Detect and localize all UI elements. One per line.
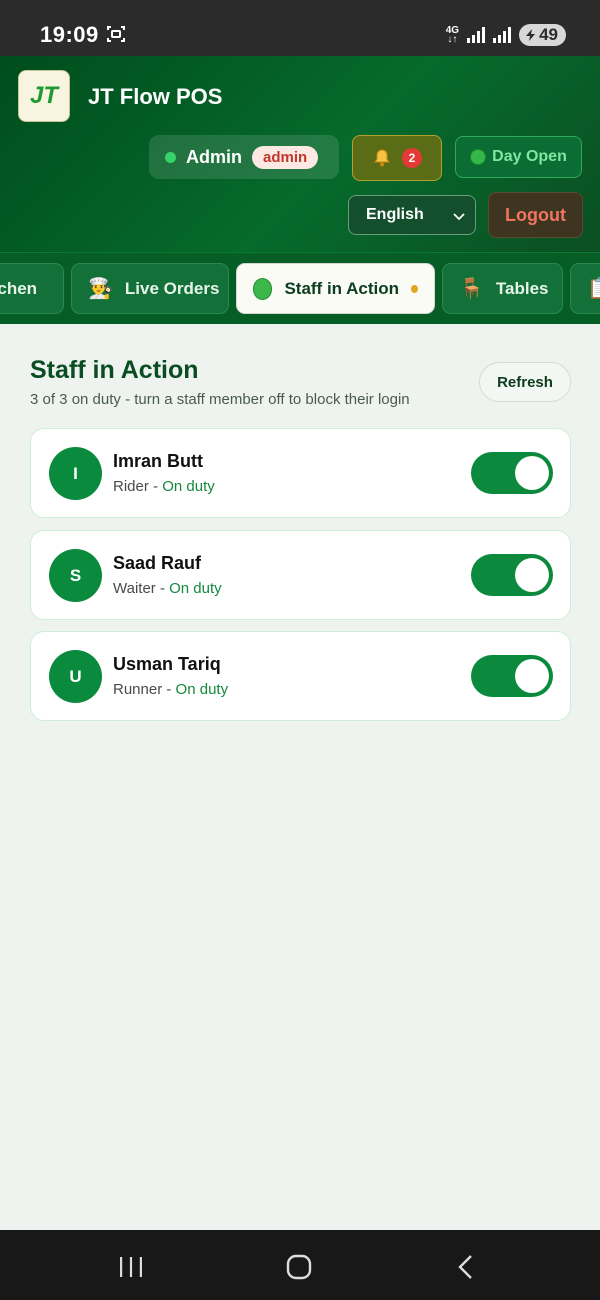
app-title: JT Flow POS xyxy=(88,84,223,109)
staff-role: Waiter xyxy=(113,580,156,597)
page-title: Staff in Action xyxy=(30,356,199,384)
home-icon[interactable] xyxy=(284,1252,314,1282)
status-icons: 4G ↓↑ 49 xyxy=(446,23,566,47)
chevron-down-icon xyxy=(453,213,465,221)
staff-role: Rider xyxy=(113,478,149,495)
avatar: I xyxy=(49,447,102,500)
staff-status: On duty xyxy=(169,580,222,597)
signal-icon xyxy=(467,27,486,43)
status-bar: 19:09 4G ↓↑ 49 xyxy=(0,0,600,56)
day-open-button[interactable]: Day Open xyxy=(455,136,582,178)
tab-kitchen[interactable]: itchen xyxy=(0,263,64,314)
bell-icon xyxy=(374,149,390,167)
refresh-button[interactable]: Refresh xyxy=(479,362,571,402)
tab-staff-in-action[interactable]: Staff in Action xyxy=(236,263,435,314)
tab-more[interactable]: 📋 xyxy=(570,263,600,314)
signal-icon xyxy=(493,27,512,43)
app-header: JT JT Flow POS Admin admin 2 Day Open En… xyxy=(0,56,600,252)
tab-live-orders[interactable]: 👨‍🍳 Live Orders xyxy=(71,263,229,314)
status-time: 19:09 xyxy=(40,22,99,47)
clipboard-icon: 📋 xyxy=(587,279,600,299)
staff-meta: Rider - On duty xyxy=(113,478,215,495)
staff-status: On duty xyxy=(162,478,215,495)
tab-tables[interactable]: 🪑 Tables xyxy=(442,263,563,314)
staff-name: Imran Butt xyxy=(113,451,203,471)
tab-label: itchen xyxy=(0,278,38,298)
duty-toggle[interactable] xyxy=(471,655,553,697)
staff-card: I Imran Butt Rider - On duty xyxy=(30,428,571,518)
staff-meta: Runner - On duty xyxy=(113,681,229,698)
screen-record-icon xyxy=(107,26,125,42)
language-select[interactable]: English xyxy=(348,195,476,235)
battery-icon: 49 xyxy=(519,24,566,46)
app-logo: JT xyxy=(18,70,70,122)
toggle-knob xyxy=(515,558,549,592)
duty-toggle[interactable] xyxy=(471,554,553,596)
charging-icon xyxy=(526,29,536,41)
network-label: 4G ↓↑ xyxy=(445,25,460,45)
active-indicator-dot xyxy=(411,284,418,293)
tab-label: Live Orders xyxy=(124,278,220,298)
back-icon[interactable] xyxy=(452,1252,482,1282)
tab-bar: itchen 👨‍🍳 Live Orders Staff in Action 🪑… xyxy=(0,252,600,324)
user-info: Admin admin xyxy=(149,135,339,179)
language-value: English xyxy=(366,206,424,223)
system-nav-bar xyxy=(0,1230,600,1300)
online-dot-icon xyxy=(165,151,176,163)
role-badge: admin xyxy=(252,145,319,169)
avatar: S xyxy=(49,549,102,602)
staff-role: Runner xyxy=(113,681,163,698)
notification-count-badge: 2 xyxy=(402,148,422,168)
staff-meta: Waiter - On duty xyxy=(113,580,222,597)
battery-level: 49 xyxy=(539,25,558,44)
recent-apps-icon[interactable] xyxy=(116,1252,146,1282)
cook-icon: 👨‍🍳 xyxy=(88,277,113,300)
toggle-knob xyxy=(515,456,549,490)
green-circle-icon xyxy=(470,149,487,165)
logout-button[interactable]: Logout xyxy=(488,192,583,238)
toggle-knob xyxy=(515,659,549,693)
staff-name: Usman Tariq xyxy=(113,654,221,674)
page-subtitle: 3 of 3 on duty - turn a staff member off… xyxy=(30,391,410,408)
chair-icon: 🪑 xyxy=(459,277,484,300)
tab-label: Staff in Action xyxy=(284,278,400,298)
staff-card: S Saad Rauf Waiter - On duty xyxy=(30,530,571,620)
avatar: U xyxy=(49,650,102,703)
staff-card: U Usman Tariq Runner - On duty xyxy=(30,631,571,721)
staff-status: On duty xyxy=(175,681,229,698)
user-name: Admin xyxy=(186,146,242,167)
tab-label: Tables xyxy=(495,278,549,298)
notifications-button[interactable]: 2 xyxy=(352,135,442,181)
duty-toggle[interactable] xyxy=(471,452,553,494)
day-status-label: Day Open xyxy=(492,148,567,165)
green-circle-icon xyxy=(253,277,273,300)
staff-name: Saad Rauf xyxy=(113,553,202,573)
